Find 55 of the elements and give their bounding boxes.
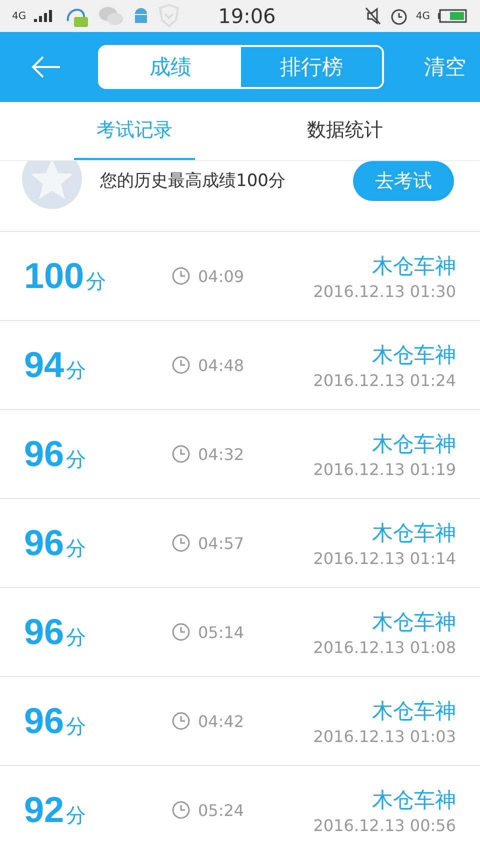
score-unit: 分 — [66, 535, 86, 562]
exam-date: 2016.12.13 01:03 — [313, 726, 456, 746]
clock-icon — [172, 267, 190, 285]
back-arrow-icon[interactable] — [30, 55, 62, 79]
clock-icon — [172, 712, 190, 730]
clock-icon — [172, 623, 190, 641]
score-value: 96 — [24, 700, 64, 742]
tab[interactable]: 数据统计 — [284, 102, 405, 160]
clear-button[interactable]: 清空 — [424, 53, 466, 81]
exam-date: 2016.12.13 01:30 — [313, 282, 456, 300]
exam-date: 2016.12.13 01:08 — [313, 638, 456, 656]
duration-text: 05:24 — [198, 800, 244, 820]
tab[interactable]: 考试记录 — [74, 102, 194, 160]
user-name: 木仓车神 — [372, 430, 456, 458]
clock-icon — [172, 445, 190, 463]
score-value: 100 — [24, 255, 84, 297]
score-value: 96 — [24, 433, 64, 475]
duration-text: 04:48 — [198, 356, 244, 374]
take-exam-button[interactable]: 去考试 — [353, 161, 454, 201]
user-name: 木仓车神 — [372, 342, 456, 368]
exam-date: 2016.12.13 01:14 — [313, 548, 456, 568]
user-name: 木仓车神 — [372, 520, 456, 546]
duration-text: 04:32 — [198, 444, 244, 464]
user-name: 木仓车神 — [372, 608, 456, 636]
score-value: 92 — [24, 789, 64, 831]
segment-tab[interactable]: 成绩 — [100, 47, 241, 87]
exam-date: 2016.12.13 01:24 — [313, 370, 456, 390]
score-value: 96 — [24, 611, 64, 653]
duration-text: 05:14 — [198, 622, 244, 642]
score-unit: 分 — [66, 802, 86, 829]
user-name: 木仓车神 — [372, 698, 456, 724]
clock-icon — [172, 801, 190, 819]
user-name: 木仓车神 — [372, 252, 456, 280]
clock-time: 19:06 — [218, 4, 276, 28]
score-value: 94 — [24, 344, 64, 386]
exam-date: 2016.12.13 01:19 — [313, 460, 456, 478]
score-unit: 分 — [66, 713, 86, 740]
duration-text: 04:57 — [198, 534, 244, 552]
score-unit: 分 — [66, 357, 86, 384]
exam-date: 2016.12.13 00:56 — [313, 816, 456, 834]
duration-text: 04:09 — [198, 266, 244, 286]
duration-text: 04:42 — [198, 712, 244, 730]
user-name: 木仓车神 — [372, 786, 456, 814]
score-unit: 分 — [66, 446, 86, 473]
battery-icon — [438, 9, 468, 23]
network-label: 4G — [12, 10, 26, 22]
clock-icon — [172, 356, 190, 374]
clock-icon — [172, 534, 190, 552]
score-value: 96 — [24, 522, 64, 564]
best-score-text: 您的历史最高成绩100分 — [100, 170, 286, 192]
mute-icon — [364, 6, 382, 26]
chat-bubbles-icon — [98, 5, 124, 27]
score-unit: 分 — [66, 624, 86, 651]
data-label: 4G — [416, 10, 430, 22]
score-unit: 分 — [86, 268, 106, 295]
